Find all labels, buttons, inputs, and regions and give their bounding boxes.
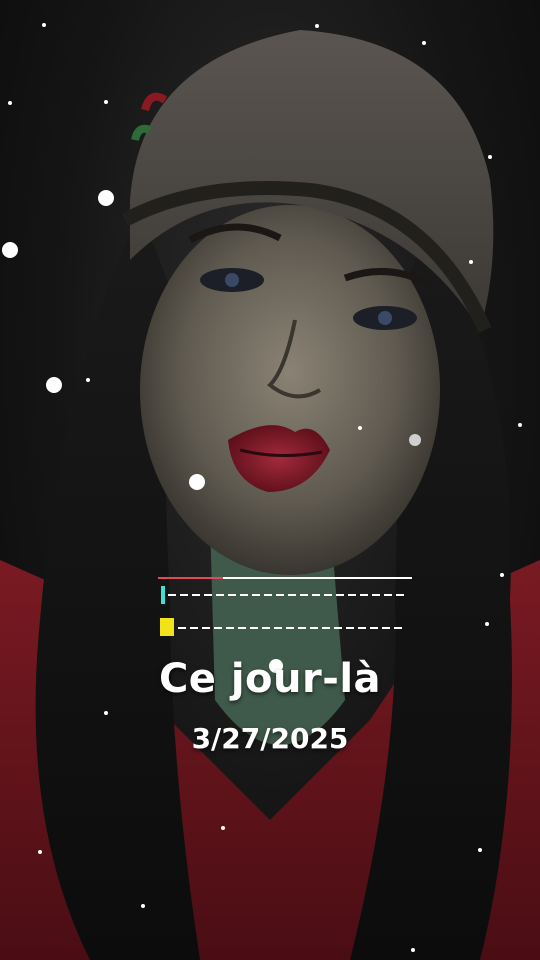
timeline-overlay [158, 577, 412, 636]
marker-yellow [160, 618, 174, 636]
portrait-photo [0, 23, 540, 960]
marker-cyan [161, 586, 165, 604]
story-frame: Ce jour-là 3/27/2025 [0, 0, 540, 960]
caption-title: Ce jour-là [158, 656, 382, 702]
caption-date: 3/27/2025 [191, 722, 349, 755]
